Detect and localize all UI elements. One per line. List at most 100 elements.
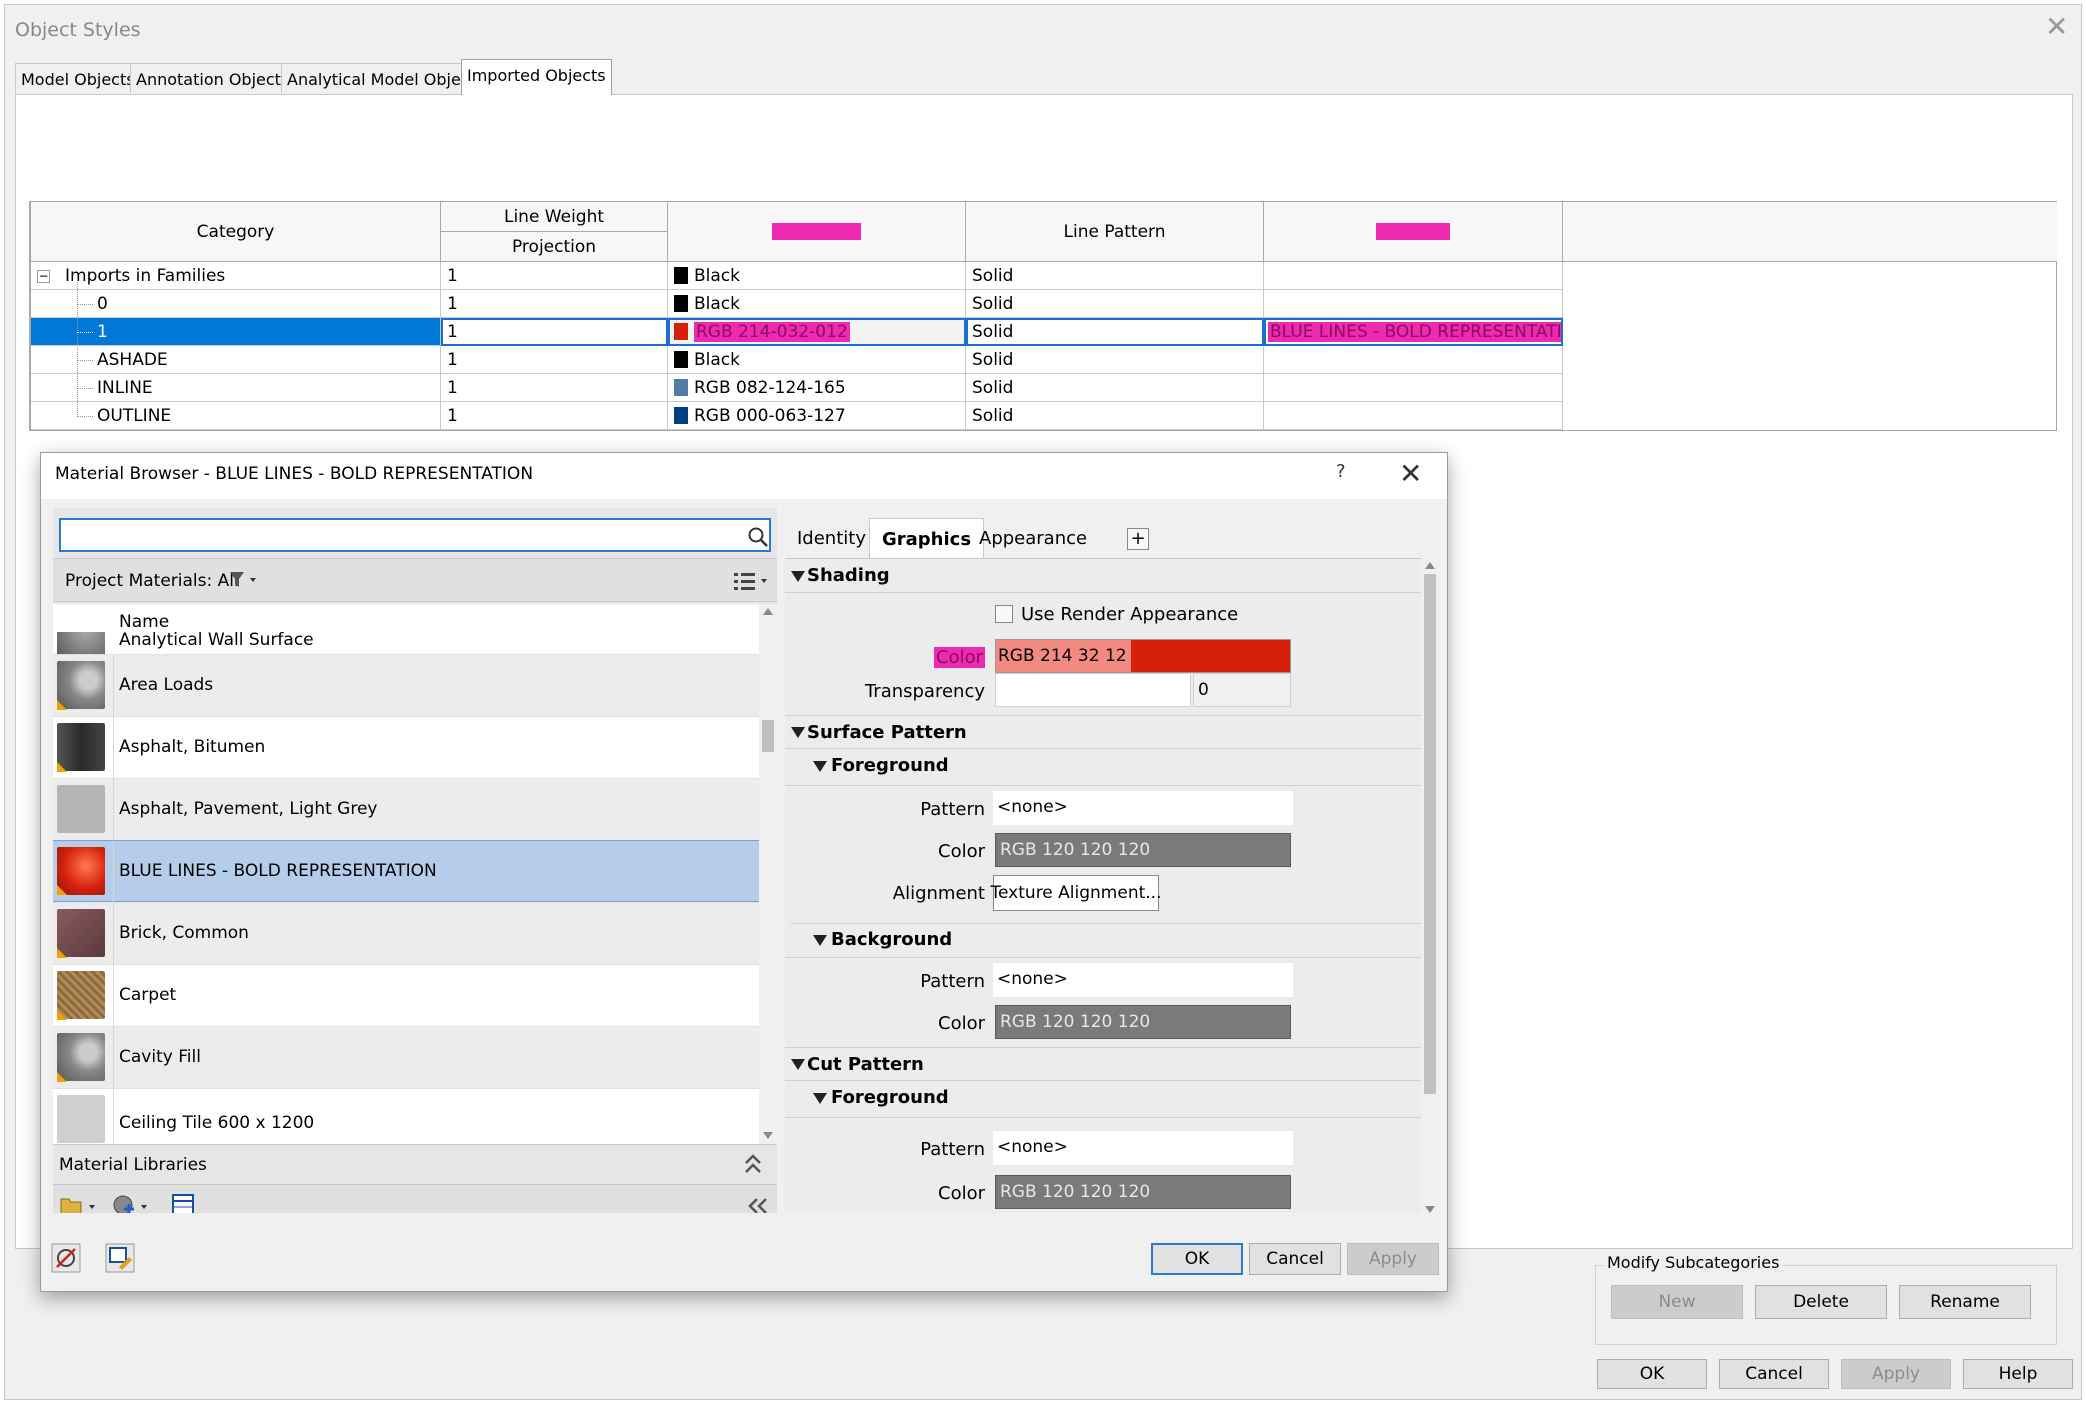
material-cell[interactable]: BLUE LINES - BOLD REPRESENTATI: [1264, 318, 1563, 346]
color-cell[interactable]: Black: [668, 346, 966, 374]
pattern-cell[interactable]: Solid: [966, 346, 1264, 374]
tab-analytical-model-objects[interactable]: Analytical Model Objects: [281, 63, 491, 93]
cut-color-field[interactable]: RGB 120 120 120: [995, 1175, 1291, 1209]
list-header-name[interactable]: Name: [119, 612, 169, 632]
list-item[interactable]: Analytical Wall Surface: [53, 632, 759, 654]
texture-alignment-button[interactable]: Texture Alignment...: [991, 875, 1161, 911]
list-view-icon[interactable]: [733, 571, 773, 591]
properties-scrollbar[interactable]: [1421, 558, 1439, 1218]
expand-icon[interactable]: [813, 761, 827, 772]
cancel-button[interactable]: Cancel: [1249, 1243, 1341, 1275]
weight-cell[interactable]: 1: [441, 318, 668, 346]
weight-cell[interactable]: 1: [441, 374, 668, 402]
pattern-cell[interactable]: Solid: [966, 318, 1264, 346]
apply-button[interactable]: Apply: [1841, 1359, 1951, 1389]
list-item[interactable]: Area Loads: [53, 654, 759, 717]
filter-icon[interactable]: [229, 571, 263, 589]
color-cell[interactable]: Black: [668, 290, 966, 318]
header-category[interactable]: Category: [31, 202, 441, 262]
use-render-appearance-checkbox[interactable]: [995, 605, 1013, 623]
cut-pattern-section[interactable]: Cut Pattern: [785, 1047, 1421, 1081]
list-item[interactable]: Carpet: [53, 964, 759, 1027]
material-libraries-bar[interactable]: Material Libraries: [53, 1144, 777, 1184]
header-line-color[interactable]: Line Color: [668, 202, 966, 262]
expand-icon[interactable]: [791, 571, 805, 582]
foreground-pattern-field[interactable]: <none>: [993, 791, 1293, 825]
expand-icon[interactable]: [813, 1093, 827, 1104]
ok-button[interactable]: OK: [1597, 1359, 1707, 1389]
table-row[interactable]: INLINE 1 RGB 082-124-165 Solid: [31, 374, 1571, 402]
background-subsection[interactable]: Background: [785, 929, 952, 950]
weight-cell[interactable]: 1: [441, 290, 668, 318]
weight-cell[interactable]: 1: [441, 402, 668, 430]
shading-color-field[interactable]: RGB 214 32 12: [995, 639, 1291, 673]
list-item[interactable]: Asphalt, Bitumen: [53, 716, 759, 779]
scroll-up-icon[interactable]: [1425, 562, 1435, 569]
color-cell[interactable]: RGB 082-124-165: [668, 374, 966, 402]
header-line-pattern[interactable]: Line Pattern: [966, 202, 1264, 262]
hide-library-icon[interactable]: [51, 1243, 81, 1273]
material-cell[interactable]: [1264, 290, 1563, 318]
search-input[interactable]: [59, 518, 771, 552]
asset-browser-icon[interactable]: [105, 1243, 135, 1273]
help-button[interactable]: Help: [1963, 1359, 2073, 1389]
scroll-up-icon[interactable]: [763, 608, 773, 615]
ok-button[interactable]: OK: [1151, 1243, 1243, 1275]
search-field[interactable]: [61, 520, 721, 548]
foreground-color-field[interactable]: RGB 120 120 120: [995, 833, 1291, 867]
material-cell[interactable]: [1264, 374, 1563, 402]
table-row[interactable]: OUTLINE 1 RGB 000-063-127 Solid: [31, 402, 1571, 430]
material-cell[interactable]: [1264, 262, 1563, 290]
material-cell[interactable]: [1264, 346, 1563, 374]
expand-icon[interactable]: [791, 727, 805, 738]
search-icon[interactable]: [747, 526, 769, 548]
cancel-button[interactable]: Cancel: [1719, 1359, 1829, 1389]
close-icon[interactable]: ✕: [2045, 13, 2068, 41]
delete-button[interactable]: Delete: [1755, 1285, 1887, 1319]
list-item[interactable]: Brick, Common: [53, 902, 759, 965]
scroll-down-icon[interactable]: [763, 1132, 773, 1139]
filter-label[interactable]: Project Materials: All: [65, 571, 239, 591]
table-row-selected[interactable]: 1 1 RGB 214-032-012 Solid BLUE LINES - B…: [31, 318, 1571, 346]
weight-cell[interactable]: 1: [441, 346, 668, 374]
material-cell[interactable]: [1264, 402, 1563, 430]
help-icon[interactable]: ?: [1336, 461, 1346, 482]
scroll-thumb[interactable]: [1424, 574, 1436, 1094]
table-row[interactable]: ASHADE 1 Black Solid: [31, 346, 1571, 374]
table-row[interactable]: − Imports in Families 1 Black Solid: [31, 262, 1571, 290]
header-material[interactable]: Material: [1264, 202, 1563, 262]
tab-imported-objects[interactable]: Imported Objects: [461, 59, 612, 95]
tab-annotation-objects[interactable]: Annotation Objects: [130, 63, 296, 93]
list-item-selected[interactable]: BLUE LINES - BOLD REPRESENTATION: [53, 840, 759, 903]
close-icon[interactable]: ✕: [1399, 457, 1422, 490]
list-item[interactable]: Asphalt, Pavement, Light Grey: [53, 778, 759, 841]
pattern-cell[interactable]: Solid: [966, 374, 1264, 402]
collapse-up-icon[interactable]: [743, 1153, 763, 1175]
scroll-thumb[interactable]: [762, 720, 774, 752]
list-item[interactable]: Cavity Fill: [53, 1026, 759, 1089]
tab-appearance[interactable]: Appearance: [967, 518, 1099, 558]
cut-pattern-field[interactable]: <none>: [993, 1131, 1293, 1165]
color-cell[interactable]: RGB 000-063-127: [668, 402, 966, 430]
expand-icon[interactable]: [813, 935, 827, 946]
list-item[interactable]: Ceiling Tile 600 x 1200: [53, 1088, 759, 1144]
background-pattern-field[interactable]: <none>: [993, 963, 1293, 997]
color-cell[interactable]: RGB 214-032-012: [668, 318, 966, 346]
scroll-down-icon[interactable]: [1425, 1206, 1435, 1213]
rename-button[interactable]: Rename: [1899, 1285, 2031, 1319]
list-scrollbar[interactable]: [759, 604, 777, 1144]
background-color-field[interactable]: RGB 120 120 120: [995, 1005, 1291, 1039]
tab-identity[interactable]: Identity: [785, 518, 878, 558]
pattern-cell[interactable]: Solid: [966, 402, 1264, 430]
shading-section[interactable]: Shading: [785, 559, 1421, 593]
foreground-subsection[interactable]: Foreground: [785, 755, 949, 776]
tab-model-objects[interactable]: Model Objects: [15, 63, 141, 93]
header-projection[interactable]: Projection: [441, 232, 668, 262]
foreground-subsection[interactable]: Foreground: [785, 1087, 949, 1108]
transparency-input[interactable]: 0: [1193, 673, 1291, 707]
new-button[interactable]: New: [1611, 1285, 1743, 1319]
table-row[interactable]: 0 1 Black Solid: [31, 290, 1571, 318]
expand-icon[interactable]: [791, 1059, 805, 1070]
pattern-cell[interactable]: Solid: [966, 262, 1264, 290]
surface-pattern-section[interactable]: Surface Pattern: [785, 715, 1421, 749]
